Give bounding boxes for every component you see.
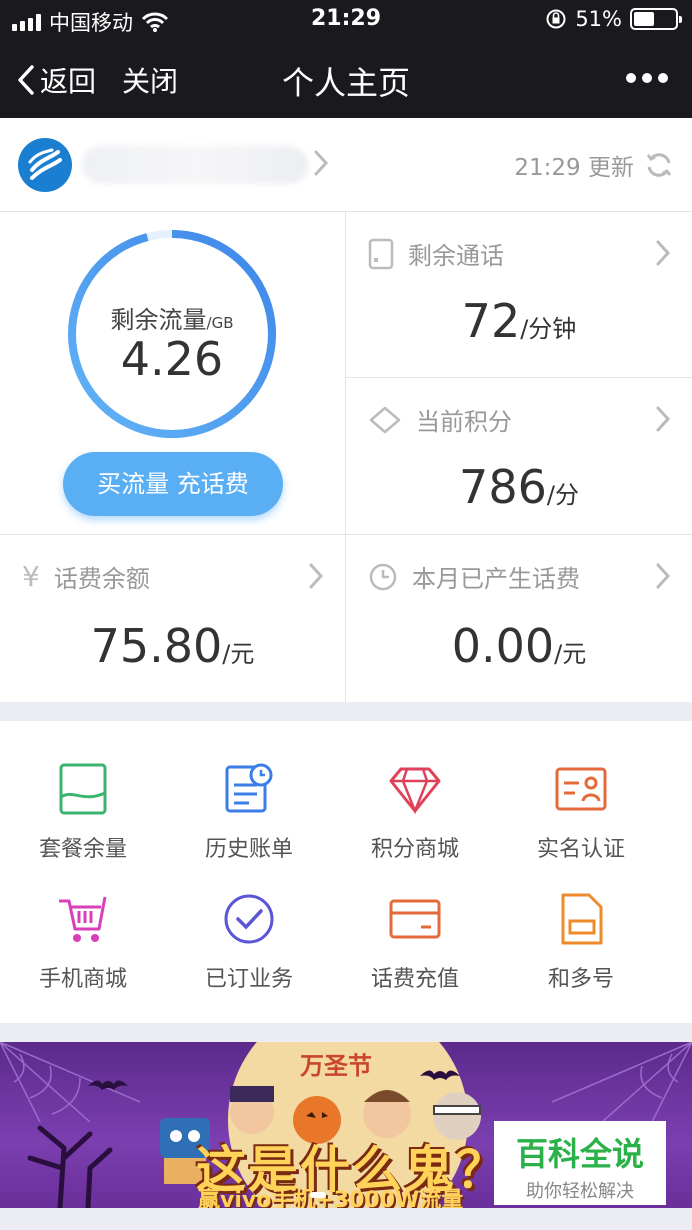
watermark-logo: 百科全说 助你轻松解决 <box>494 1121 666 1205</box>
id-card-icon <box>555 767 607 811</box>
status-bar: 中国移动 21:29 51% <box>0 0 692 40</box>
call-unit: /分钟 <box>520 315 577 343</box>
clock-icon <box>369 563 397 590</box>
page-title: 个人主页 <box>281 64 410 102</box>
balance-unit: /元 <box>222 640 255 668</box>
monthly-value: 0.00 <box>451 619 555 673</box>
nav-bar: 返回 关闭 个人主页 <box>0 40 692 118</box>
chevron-right-icon <box>656 563 671 589</box>
refresh-icon <box>646 153 672 177</box>
service-phone-mall[interactable]: 手机商城 <box>0 893 166 1013</box>
refresh-button[interactable]: 21:29 更新 <box>514 148 674 182</box>
phone-icon <box>368 238 394 269</box>
cobweb-graphic <box>552 1042 692 1122</box>
balance-card[interactable]: ¥ 话费余额 75.80/元 <box>0 535 345 702</box>
banner-subtitle: 赢vivo手机+3000W流量 <box>198 1188 464 1208</box>
points-value: 786 <box>459 460 547 514</box>
watermark-subtitle: 助你轻松解决 <box>526 1181 634 1202</box>
carousel-indicator <box>310 1192 326 1198</box>
service-multi-number[interactable]: 和多号 <box>498 893 664 1013</box>
monthly-unit: /元 <box>554 640 587 668</box>
service-package-balance[interactable]: 套餐余量 <box>0 763 166 883</box>
buy-data-recharge-button[interactable]: 买流量 充话费 <box>63 452 283 516</box>
flow-label: 剩余流量 <box>110 306 207 334</box>
more-menu-button[interactable] <box>626 73 668 83</box>
service-real-name[interactable]: 实名认证 <box>498 763 664 883</box>
chevron-right-icon <box>656 240 671 266</box>
services-grid: 套餐余量 历史账单 积分商城 实名认证 手机商城 已订业务 话费充值 和多号 <box>0 721 692 1023</box>
service-subscribed[interactable]: 已订业务 <box>166 893 332 1013</box>
bill-history-icon <box>225 763 273 813</box>
yen-icon: ¥ <box>22 560 40 593</box>
card-icon <box>389 899 441 939</box>
chevron-right-icon <box>309 563 324 589</box>
call-label: 剩余通话 <box>408 242 504 270</box>
bat-icon <box>88 1080 128 1090</box>
points-unit: /分 <box>546 481 579 509</box>
diamond-outline-icon <box>369 406 401 433</box>
service-label: 已订业务 <box>204 967 293 992</box>
service-points-mall[interactable]: 积分商城 <box>332 763 498 883</box>
chevron-right-icon <box>656 406 671 432</box>
points-card[interactable]: 当前积分 786/分 <box>346 378 692 534</box>
monthly-label: 本月已产生话费 <box>412 565 580 593</box>
flow-value: 4.26 <box>120 332 224 386</box>
close-button[interactable]: 关闭 <box>122 60 178 100</box>
account-header[interactable]: 21:29 更新 <box>0 118 692 212</box>
tree-graphic <box>27 1125 113 1208</box>
service-recharge[interactable]: 话费充值 <box>332 893 498 1013</box>
battery-percent: 51% <box>575 7 622 31</box>
package-icon <box>59 763 107 815</box>
call-remaining-card[interactable]: 剩余通话 72/分钟 <box>346 212 692 377</box>
sim-icon <box>561 893 603 945</box>
monthly-charges-card[interactable]: 本月已产生话费 0.00/元 <box>346 535 692 702</box>
update-time: 21:29 更新 <box>514 155 634 181</box>
chevron-left-icon <box>18 65 34 95</box>
call-value: 72 <box>461 294 521 348</box>
orientation-lock-icon <box>546 9 566 29</box>
diamond-icon <box>389 767 441 815</box>
service-label: 话费充值 <box>370 967 459 992</box>
check-circle-icon <box>224 894 274 944</box>
masked-phone-number <box>82 146 308 184</box>
top-bar: 中国移动 21:29 51% 返回 关闭 个人主页 <box>0 0 692 118</box>
service-label: 套餐余量 <box>38 837 127 862</box>
chevron-right-icon <box>314 150 329 176</box>
flow-unit: /GB <box>206 314 234 332</box>
service-bill-history[interactable]: 历史账单 <box>166 763 332 883</box>
service-label: 历史账单 <box>204 837 293 862</box>
account-summary-grid: 剩余流量/GB 4.26 买流量 充话费 剩余通话 72/分钟 当前积分 786… <box>0 212 692 702</box>
service-label: 积分商城 <box>370 837 459 862</box>
service-label: 和多号 <box>547 967 614 992</box>
balance-value: 75.80 <box>90 619 223 673</box>
battery-icon <box>630 8 682 30</box>
back-button[interactable]: 返回 <box>16 60 96 100</box>
china-mobile-logo <box>18 138 72 192</box>
points-label: 当前积分 <box>416 408 512 436</box>
service-label: 手机商城 <box>38 967 127 992</box>
cart-icon <box>59 896 107 942</box>
back-label: 返回 <box>40 65 97 98</box>
watermark-title: 百科全说 <box>515 1135 644 1173</box>
balance-label: 话费余额 <box>53 565 150 593</box>
service-label: 实名认证 <box>536 837 625 862</box>
